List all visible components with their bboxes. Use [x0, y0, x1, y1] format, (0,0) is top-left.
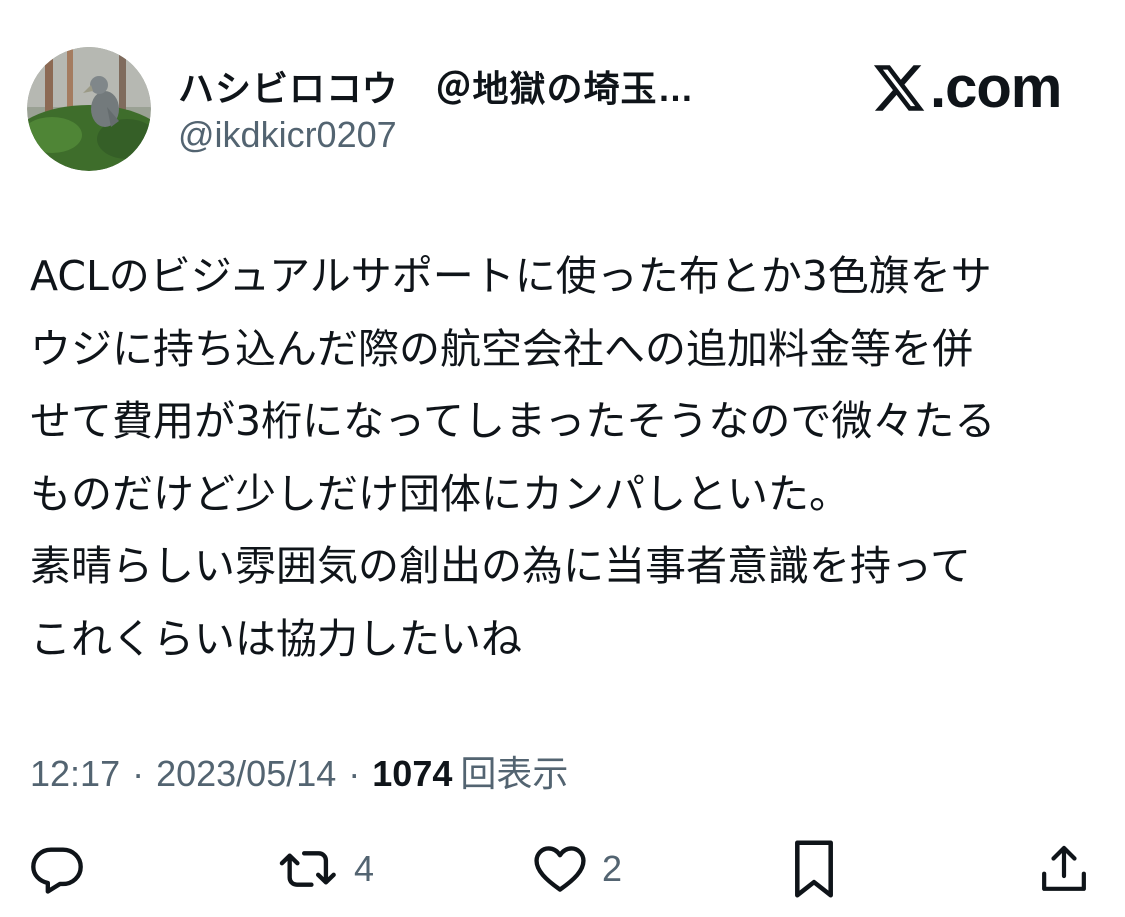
retweet-button[interactable]: 4	[276, 840, 374, 898]
tweet-card: ハシビロコウ ＠地獄の埼玉… @ikdkicr0207 .com ACLのビジュ…	[0, 0, 1125, 917]
retweet-icon	[279, 851, 336, 887]
bookmark-icon	[795, 840, 833, 898]
tweet-text: ACLのビジュアルサポートに使った布とか3色旗をサ ウジに持ち込んだ際の航空会社…	[30, 240, 1100, 676]
x-com-brand: .com	[870, 55, 1062, 120]
action-bar: 4 2	[0, 832, 1125, 902]
x-logo-icon	[873, 65, 925, 111]
tweet-text-line: これくらいは協力したいね	[30, 614, 522, 663]
view-count-label: 回表示	[460, 753, 569, 794]
tweet-text-line: ACLのビジュアルサポートに使った布とか3色旗をサ	[30, 252, 992, 300]
retweet-count: 4	[354, 848, 375, 889]
meta-separator: ·	[132, 753, 145, 794]
tweet-text-line: 素晴らしい雰囲気の創出の為に当事者意識を持って	[30, 542, 971, 591]
tweet-text-line: ウジに持ち込んだ際の航空会社への追加料金等を併	[30, 324, 973, 373]
avatar[interactable]	[27, 47, 151, 171]
tweet-meta: 12:17 · 2023/05/14 · 1074 回表示	[30, 745, 568, 797]
brand-text: .com	[930, 55, 1062, 120]
share-icon	[1042, 845, 1086, 891]
reply-icon	[31, 847, 83, 894]
tweet-text-line: ものだけど少しだけ団体にカンパしといた。	[30, 469, 850, 518]
tweet-text-line: せて費用が3桁になってしまったそうなので微々たる	[30, 397, 996, 446]
share-button[interactable]	[1036, 840, 1092, 898]
reply-button[interactable]	[28, 840, 98, 898]
bookmark-button[interactable]	[790, 838, 838, 900]
meta-separator: ·	[348, 753, 361, 794]
user-handle[interactable]: @ikdkicr0207	[178, 114, 397, 156]
view-count: 1074	[372, 753, 453, 794]
heart-icon	[534, 846, 586, 892]
tweet-time[interactable]: 12:17	[30, 753, 120, 795]
tweet-date[interactable]: 2023/05/14	[156, 753, 336, 795]
shoebill-photo-icon	[27, 47, 151, 171]
like-button[interactable]: 2	[530, 840, 622, 898]
like-count: 2	[602, 848, 623, 889]
display-name[interactable]: ハシビロコウ ＠地獄の埼玉…	[178, 60, 695, 112]
